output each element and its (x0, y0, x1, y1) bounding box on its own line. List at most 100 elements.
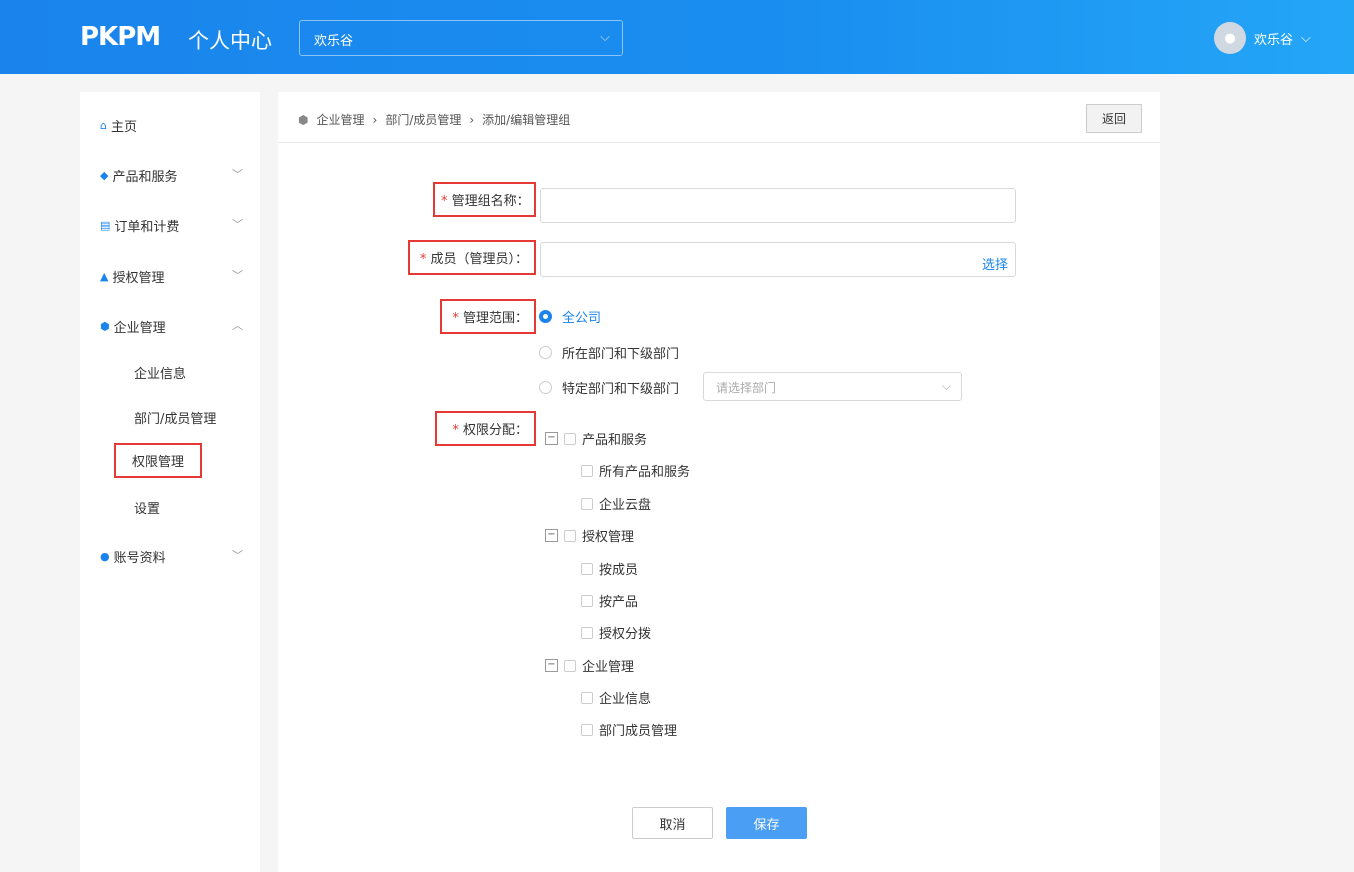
radio-icon (539, 381, 552, 394)
label: 部门成员管理 (599, 724, 678, 739)
tree-leaf[interactable]: 授权分拨 (581, 623, 651, 642)
checkbox[interactable] (581, 691, 593, 704)
back-button[interactable]: 返回 (1085, 104, 1142, 133)
bill-icon: ▤ (100, 219, 111, 232)
label: 产品和服务 (582, 433, 648, 448)
checkbox[interactable] (564, 659, 576, 672)
chevron-down-icon: ﹀ (232, 218, 243, 231)
label: 全公司 (562, 311, 602, 326)
sidebar-item-enterprise[interactable]: ⬢ 企业管理 (100, 317, 166, 336)
org-select[interactable]: 欢乐谷 ⌵ (299, 20, 623, 56)
member-label: * 成员（管理员）： (408, 240, 536, 275)
checkbox[interactable] (564, 432, 576, 445)
label: 产品和服务 (112, 170, 178, 185)
chevron-down-icon: ﹀ (232, 168, 243, 181)
org-value: 欢乐谷 (314, 34, 354, 49)
checkbox[interactable] (581, 723, 593, 736)
tree-leaf[interactable]: 按成员 (581, 559, 638, 578)
tree-leaf[interactable]: 企业信息 (581, 688, 651, 707)
scope-radio-specific-dept[interactable]: 特定部门和下级部门 (539, 378, 679, 397)
breadcrumb-item[interactable]: 企业管理 (316, 111, 364, 128)
checkbox[interactable] (564, 529, 576, 542)
checkbox[interactable] (581, 594, 593, 607)
tree-leaf[interactable]: 企业云盘 (581, 494, 651, 513)
label: 所有产品和服务 (599, 465, 691, 480)
user-icon: ▲ (100, 270, 109, 283)
tree-node-license[interactable]: − 授权管理 (545, 526, 634, 545)
tree-node-enterprise[interactable]: − 企业管理 (545, 656, 634, 675)
cancel-button[interactable]: 取消 (632, 807, 713, 839)
pkpm-logo: PKPM (80, 22, 161, 52)
tree-leaf[interactable]: 所有产品和服务 (581, 461, 690, 480)
label: 所在部门和下级部门 (562, 347, 680, 362)
chevron-right-icon: › (372, 112, 378, 127)
checkbox[interactable] (581, 464, 593, 477)
sidebar-item-license[interactable]: ▲ 授权管理 (100, 267, 164, 286)
divider (278, 142, 1160, 143)
label: 按成员 (599, 563, 639, 578)
breadcrumb-item: 添加/编辑管理组 (482, 113, 571, 127)
checkbox[interactable] (581, 497, 593, 510)
chevron-right-icon: › (469, 112, 475, 127)
label: 企业云盘 (599, 498, 652, 513)
breadcrumb: ⬢ 企业管理 › 部门/成员管理 › 添加/编辑管理组 (298, 111, 570, 128)
sidebar-item-products[interactable]: ◆ 产品和服务 (100, 166, 177, 185)
tree-node-products[interactable]: − 产品和服务 (545, 429, 647, 448)
chevron-down-icon: ﹀ (232, 269, 243, 282)
sidebar-item-account[interactable]: ● 账号资料 (100, 547, 166, 566)
sidebar-item-home[interactable]: ⌂ 主页 (100, 116, 137, 135)
sidebar-sub-settings[interactable]: 设置 (134, 498, 160, 517)
collapse-icon[interactable]: − (545, 432, 558, 445)
sidebar-sub-members[interactable]: 部门/成员管理 (134, 408, 216, 427)
checkbox[interactable] (581, 562, 593, 575)
chevron-down-icon: ⌵ (600, 30, 610, 45)
shield-icon: ⬢ (100, 320, 110, 333)
collapse-icon[interactable]: − (545, 529, 558, 542)
group-name-input[interactable] (540, 188, 1016, 223)
chevron-down-icon: ﹀ (232, 549, 243, 562)
sidebar-sub-permissions[interactable]: 权限管理 (114, 443, 203, 478)
top-header: PKPM 个人中心 欢乐谷 ⌵ ● 欢乐谷 ⌵ (0, 0, 1354, 74)
label: 企业信息 (599, 692, 652, 707)
label: 企业管理 (113, 321, 166, 336)
avatar-icon: ● (1214, 22, 1246, 54)
main-panel: ⬢ 企业管理 › 部门/成员管理 › 添加/编辑管理组 返回 * 管理组名称： * … (278, 92, 1160, 872)
label: 按产品 (599, 595, 639, 610)
radio-checked-icon (539, 310, 552, 323)
account-icon: ● (100, 550, 110, 563)
select-member-link[interactable]: 选择 (982, 254, 1008, 273)
label: 授权管理 (112, 271, 165, 286)
cube-icon: ◆ (100, 169, 109, 182)
label: 授权管理 (582, 530, 635, 545)
label: 订单和计费 (114, 220, 180, 235)
scope-radio-own-dept[interactable]: 所在部门和下级部门 (539, 343, 679, 362)
chevron-up-icon: ︿ (232, 319, 243, 332)
shield-icon: ⬢ (298, 112, 309, 127)
label: 主页 (110, 120, 137, 135)
group-name-label: * 管理组名称： (433, 182, 536, 217)
user-name: 欢乐谷 (1254, 32, 1294, 48)
user-menu[interactable]: ● 欢乐谷 ⌵ (1214, 22, 1311, 54)
label: 授权分拨 (599, 627, 652, 642)
app-title: 个人中心 (188, 29, 272, 53)
sidebar-item-orders[interactable]: ▤ 订单和计费 (100, 216, 179, 235)
save-button[interactable]: 保存 (726, 807, 807, 839)
tree-leaf[interactable]: 部门成员管理 (581, 720, 677, 739)
scope-label: * 管理范围： (440, 299, 536, 334)
label: 特定部门和下级部门 (562, 382, 680, 397)
tree-leaf[interactable]: 按产品 (581, 591, 638, 610)
sidebar-sub-info[interactable]: 企业信息 (134, 363, 186, 382)
scope-radio-company[interactable]: 全公司 (539, 307, 601, 326)
checkbox[interactable] (581, 626, 593, 639)
radio-icon (539, 346, 552, 359)
permission-label: * 权限分配： (435, 411, 536, 446)
label: 企业管理 (582, 660, 635, 675)
breadcrumb-item[interactable]: 部门/成员管理 (385, 111, 461, 128)
collapse-icon[interactable]: − (545, 659, 558, 672)
chevron-down-icon: ⌵ (941, 379, 951, 393)
chevron-down-icon: ⌵ (1301, 30, 1311, 46)
department-select[interactable]: 请选择部门 ⌵ (703, 372, 962, 401)
member-input[interactable]: 选择 (540, 242, 1016, 277)
sidebar: ⌂ 主页 ◆ 产品和服务 ﹀ ▤ 订单和计费 ﹀ ▲ 授权管理 ﹀ ⬢ 企业管理 ︿ 企业… (80, 92, 260, 872)
label: 账号资料 (113, 551, 166, 566)
